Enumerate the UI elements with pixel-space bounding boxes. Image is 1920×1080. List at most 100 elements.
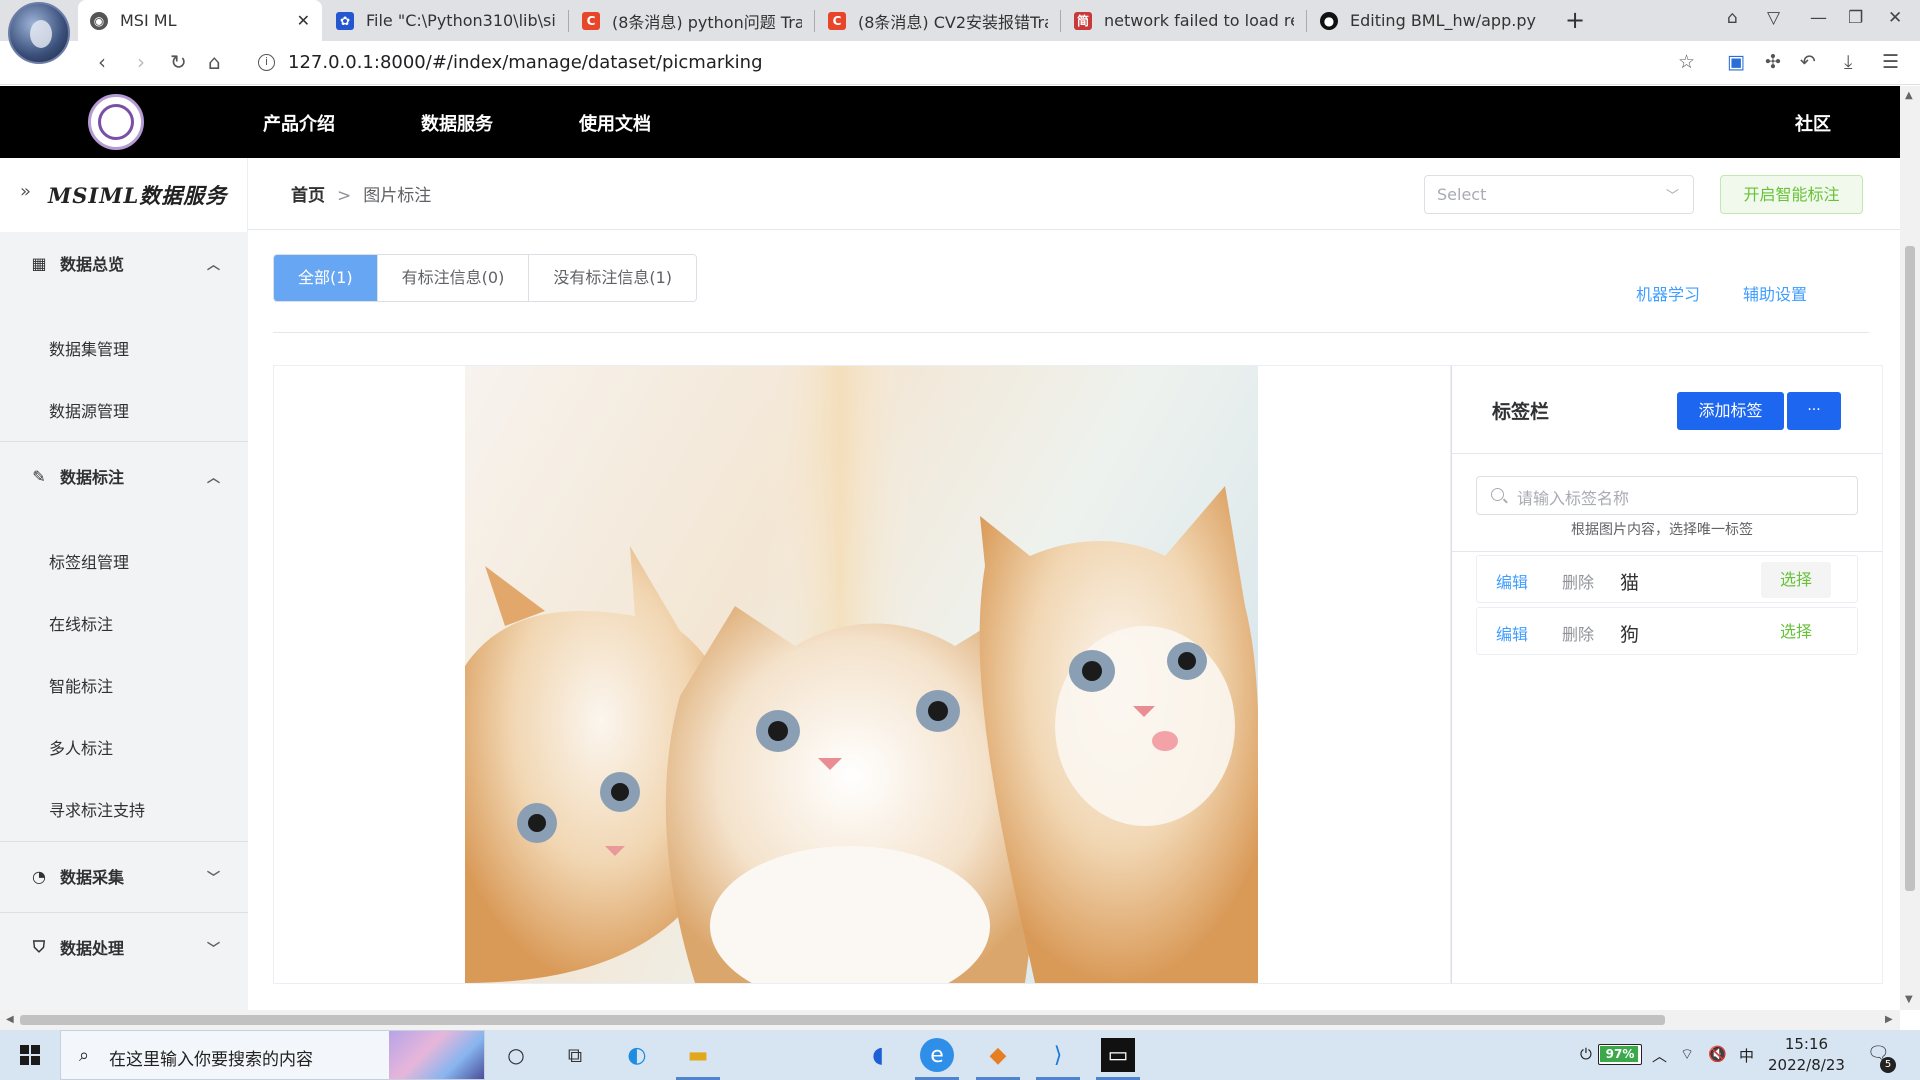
scroll-thumb[interactable] — [1905, 246, 1915, 891]
battery-percent: 97% — [1605, 1047, 1635, 1061]
edge-icon[interactable]: ◐ — [620, 1038, 654, 1072]
battery-indicator[interactable]: 97% — [1598, 1044, 1642, 1065]
back-icon[interactable]: ‹ — [98, 50, 106, 74]
filter-all[interactable]: 全部(1) — [274, 255, 378, 301]
tab-python-file[interactable]: ✿ File "C:\Python310\lib\site — [324, 0, 568, 41]
filter-annotated[interactable]: 有标注信息(0) — [377, 255, 530, 301]
taskbar-search-input[interactable]: ⌕ 在这里输入你要搜索的内容 — [60, 1030, 485, 1080]
sidebar-item-smart-annotation[interactable]: 智能标注 — [49, 673, 113, 697]
tab-jianshu[interactable]: 简 network failed to load resp — [1062, 0, 1306, 41]
undo-icon[interactable]: ↶ — [1800, 51, 1816, 73]
tab-title: (8条消息) python问题 Trac — [612, 12, 802, 32]
sidebar-item-datasource-manage[interactable]: 数据源管理 — [49, 398, 129, 422]
pie-icon: ◔ — [32, 866, 46, 886]
file-explorer-icon[interactable]: ▬ — [681, 1038, 715, 1072]
clock-time: 15:16 — [1784, 1035, 1829, 1053]
chevron-down-icon: ﹀ — [206, 870, 220, 886]
restore-icon[interactable]: ❐ — [1848, 8, 1863, 28]
sidebar-item-multi-annotation[interactable]: 多人标注 — [49, 735, 113, 759]
ime-indicator[interactable]: 中 — [1739, 1045, 1754, 1066]
forward-icon[interactable]: › — [137, 50, 145, 74]
select-label-button[interactable]: 选择 — [1761, 614, 1831, 650]
clock[interactable]: 15:16 2022/8/23 — [1768, 1034, 1845, 1076]
bookmark-star-icon[interactable]: ☆ — [1678, 51, 1695, 73]
collections-icon[interactable]: ▽ — [1767, 8, 1780, 28]
sidebar-item-labelgroup-manage[interactable]: 标签组管理 — [49, 549, 129, 573]
close-window-icon[interactable]: ✕ — [1888, 8, 1902, 28]
edit-label-button[interactable]: 编辑 — [1496, 621, 1528, 645]
close-tab-icon[interactable]: ✕ — [297, 11, 310, 30]
sidebar-section-processing[interactable]: ⛉ 数据处理 ﹀ — [0, 922, 248, 972]
machine-learning-link[interactable]: 机器学习 — [1636, 281, 1700, 305]
sidebar-item-dataset-manage[interactable]: 数据集管理 — [49, 336, 129, 360]
sidebar: » MSIML数据服务 ▦ 数据总览 ︿ 数据集管理 数据源管理 ✎ 数据标注 … — [0, 158, 248, 1010]
translate-icon[interactable]: ▣ — [1727, 51, 1745, 73]
cortana-icon[interactable]: ○ — [499, 1038, 533, 1072]
tray-expand-icon[interactable]: ︿ — [1652, 1045, 1667, 1066]
scroll-left-icon[interactable]: ◀ — [6, 1014, 14, 1025]
terminal-icon[interactable]: ▭ — [1101, 1038, 1135, 1072]
breadcrumb-current: 图片标注 — [363, 186, 432, 206]
sidebar-section-collection[interactable]: ◔ 数据采集 ﹀ — [0, 851, 248, 901]
search-placeholder: 请输入标签名称 — [1517, 489, 1630, 508]
nav-product-intro[interactable]: 产品介绍 — [263, 110, 335, 136]
site-info-icon[interactable]: i — [258, 54, 275, 71]
label-name: 猫 — [1620, 572, 1640, 594]
horizontal-scrollbar[interactable]: ◀ ▶ — [0, 1010, 1900, 1030]
browser-app-icon[interactable]: e — [920, 1038, 954, 1072]
model-select[interactable]: Select ﹀ — [1424, 175, 1694, 214]
collapse-sidebar-icon[interactable]: » — [20, 181, 31, 202]
edit-label-button[interactable]: 编辑 — [1496, 569, 1528, 593]
csdn-favicon-icon: C — [582, 11, 600, 30]
windows-start-icon[interactable] — [20, 1045, 40, 1065]
sidebar-section-annotation[interactable]: ✎ 数据标注 ︿ — [0, 451, 248, 501]
label-search-input[interactable]: 请输入标签名称 — [1476, 476, 1858, 515]
nav-data-service[interactable]: 数据服务 — [421, 110, 493, 136]
scroll-thumb[interactable] — [20, 1015, 1665, 1025]
extensions-icon[interactable]: ✣ — [1765, 51, 1781, 73]
tab-search-icon[interactable]: ⌂ — [1727, 8, 1738, 28]
nav-docs[interactable]: 使用文档 — [579, 110, 651, 136]
label-panel-title: 标签栏 — [1492, 401, 1550, 423]
home-icon[interactable]: ⌂ — [208, 50, 221, 74]
url-field[interactable]: 127.0.0.1:8000/#/index/manage/dataset/pi… — [288, 52, 763, 73]
add-label-button[interactable]: 添加标签 — [1677, 392, 1784, 430]
network-icon[interactable]: ⌔ — [1680, 1045, 1694, 1064]
delete-label-button[interactable]: 删除 — [1562, 621, 1594, 645]
assist-settings-link[interactable]: 辅助设置 — [1743, 281, 1807, 305]
tab-csdn-python[interactable]: C (8条消息) python问题 Trac — [570, 0, 814, 41]
select-label-button[interactable]: 选择 — [1761, 562, 1831, 598]
power-plug-icon[interactable]: ⏻ — [1580, 1045, 1592, 1063]
pycharm-icon[interactable]: ◆ — [981, 1038, 1015, 1072]
annotation-image[interactable] — [465, 366, 1258, 983]
volume-muted-icon[interactable]: 🔇 — [1708, 1045, 1727, 1063]
breadcrumb-home[interactable]: 首页 — [291, 186, 325, 206]
csdn-favicon-icon: C — [828, 11, 846, 30]
tab-msi-ml[interactable]: ◉ MSI ML ✕ — [78, 0, 322, 41]
tab-github[interactable]: ● Editing BML_hw/app.py at — [1308, 0, 1552, 41]
delete-label-button[interactable]: 删除 — [1562, 569, 1594, 593]
scroll-down-icon[interactable]: ▼ — [1905, 994, 1913, 1005]
enable-smart-annotation-button[interactable]: 开启智能标注 — [1720, 175, 1863, 214]
search-highlight-art — [389, 1031, 484, 1079]
app-logo[interactable] — [88, 94, 144, 150]
download-icon[interactable]: ⤓ — [1844, 51, 1852, 73]
reload-icon[interactable]: ↻ — [170, 50, 187, 74]
scroll-up-icon[interactable]: ▲ — [1905, 90, 1913, 101]
more-options-button[interactable]: ··· — [1787, 392, 1841, 430]
lenovo-icon[interactable]: ◖ — [861, 1038, 895, 1072]
sidebar-item-annotation-support[interactable]: 寻求标注支持 — [49, 797, 145, 821]
menu-icon[interactable]: ☰ — [1882, 51, 1899, 73]
tab-csdn-cv2[interactable]: C (8条消息) CV2安装报错Trac — [816, 0, 1060, 41]
nav-community[interactable]: 社区 — [1795, 110, 1831, 136]
sidebar-section-overview[interactable]: ▦ 数据总览 ︿ — [0, 238, 248, 288]
vscode-icon[interactable]: ⟩ — [1041, 1038, 1075, 1072]
scroll-right-icon[interactable]: ▶ — [1885, 1014, 1893, 1025]
filter-unannotated[interactable]: 没有标注信息(1) — [529, 255, 697, 301]
profile-avatar[interactable] — [8, 2, 70, 64]
task-view-icon[interactable]: ⧉ — [558, 1038, 592, 1072]
minimize-icon[interactable]: — — [1810, 8, 1827, 28]
vertical-scrollbar[interactable]: ▲ ▼ — [1900, 86, 1920, 1010]
new-tab-icon[interactable]: + — [1565, 6, 1585, 34]
sidebar-item-online-annotation[interactable]: 在线标注 — [49, 611, 113, 635]
